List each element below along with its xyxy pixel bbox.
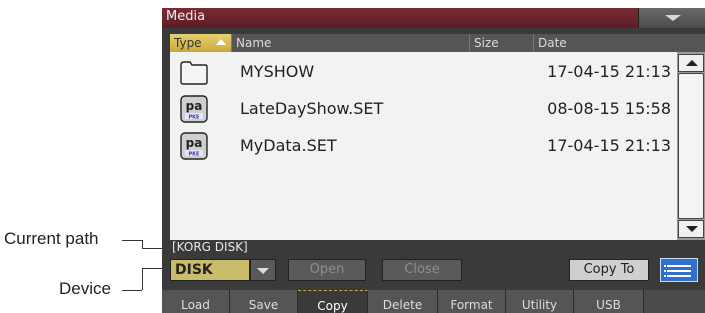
window-title: Media <box>166 9 206 24</box>
scroll-up-button[interactable] <box>678 54 704 72</box>
arrow-up-icon <box>686 60 698 66</box>
menu-arrow-icon <box>665 15 681 21</box>
open-button[interactable]: Open <box>288 259 366 281</box>
list-bullet <box>664 275 666 277</box>
svg-text:pa: pa <box>186 99 203 113</box>
tab-bar: Load Save Copy Delete Format Utility USB <box>162 290 705 313</box>
device-dropdown-button[interactable] <box>250 259 276 281</box>
device-callout-vline <box>142 268 143 290</box>
media-screen: Media Type Name Size Date MYSHOW 17-04-1… <box>162 8 705 313</box>
list-line <box>667 265 691 267</box>
column-header-size[interactable]: Size <box>470 34 534 52</box>
file-name: MyData.SET <box>240 136 337 155</box>
svg-text:pa: pa <box>186 136 203 150</box>
copy-to-button[interactable]: Copy To <box>569 259 649 281</box>
device-selector[interactable]: DISK <box>170 259 250 281</box>
list-bullet <box>664 270 666 272</box>
list-line <box>667 270 691 272</box>
list-view-icon[interactable] <box>660 258 698 282</box>
tab-save[interactable]: Save <box>230 290 298 313</box>
file-row[interactable]: pa PKE LateDayShow.SET 08-08-15 15:58 <box>170 91 677 127</box>
tab-delete[interactable]: Delete <box>368 290 438 313</box>
tab-format[interactable]: Format <box>438 290 506 313</box>
tab-utility[interactable]: Utility <box>506 290 574 313</box>
tab-usb[interactable]: USB <box>574 290 644 313</box>
tab-copy[interactable]: Copy <box>298 290 368 313</box>
file-name: MYSHOW <box>240 62 315 81</box>
svg-text:PKE: PKE <box>189 115 201 121</box>
list-line <box>667 275 691 277</box>
file-list: MYSHOW 17-04-15 21:13 pa PKE LateDayShow… <box>170 52 677 240</box>
file-row[interactable]: MYSHOW 17-04-15 21:13 <box>170 54 677 90</box>
folder-icon <box>180 61 208 85</box>
list-bullet <box>664 265 666 267</box>
list-scrollbar[interactable] <box>677 52 705 240</box>
column-header-date[interactable]: Date <box>534 34 705 52</box>
chevron-down-icon <box>257 268 269 274</box>
current-path-callout: Current path <box>4 229 99 248</box>
file-date: 08-08-15 15:58 <box>547 99 671 118</box>
column-header-name[interactable]: Name <box>232 34 470 52</box>
current-path: [KORG DISK] <box>172 240 248 254</box>
file-row[interactable]: pa PKE MyData.SET 17-04-15 21:13 <box>170 128 677 164</box>
column-header-type-label: Type <box>174 36 202 50</box>
scrollbar-thumb[interactable] <box>678 73 704 219</box>
tab-load[interactable]: Load <box>162 290 230 313</box>
file-date: 17-04-15 21:13 <box>547 62 671 81</box>
svg-text:PKE: PKE <box>189 152 201 158</box>
arrow-down-icon <box>686 226 698 232</box>
pa-set-icon: pa PKE <box>180 95 208 123</box>
device-callout-line <box>122 290 142 291</box>
file-date: 17-04-15 21:13 <box>547 136 671 155</box>
title-bar: Media <box>162 8 705 28</box>
device-callout: Device <box>59 279 111 298</box>
sort-ascending-icon <box>216 39 226 45</box>
file-name: LateDayShow.SET <box>240 99 384 118</box>
pa-set-icon: pa PKE <box>180 132 208 160</box>
page-menu-button[interactable] <box>638 8 705 28</box>
current-path-callout-line <box>122 240 142 241</box>
column-header-type[interactable]: Type <box>170 34 232 52</box>
scroll-down-button[interactable] <box>678 220 704 238</box>
device-value: DISK <box>175 262 213 278</box>
close-button[interactable]: Close <box>382 259 462 281</box>
list-header: Type Name Size Date <box>170 34 705 52</box>
current-path-callout-vline <box>142 240 143 248</box>
